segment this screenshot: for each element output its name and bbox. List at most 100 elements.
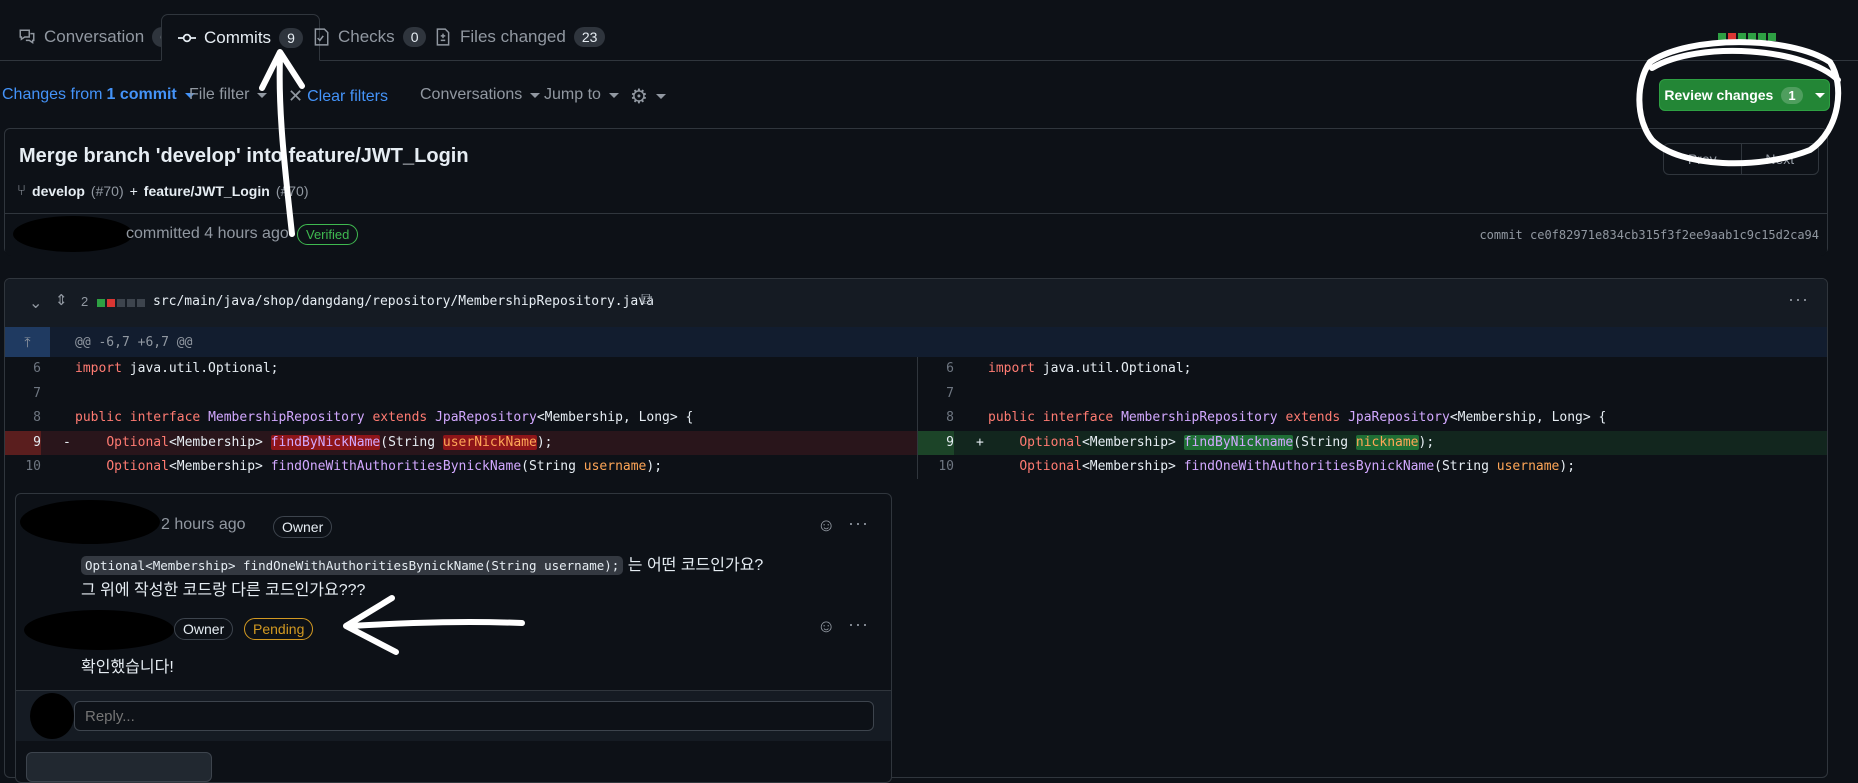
smiley-icon[interactable]: ☺ [817,515,835,536]
line-number[interactable]: 10 [5,455,41,480]
diff-settings-dropdown[interactable]: ⚙ [630,84,666,109]
line-number[interactable]: 9 [918,430,954,455]
kebab-horizontal-icon[interactable]: ··· [1788,289,1809,310]
inline-code: Optional<Membership> findOneWithAuthorit… [81,556,624,575]
changes-link: 1 commit [106,86,177,103]
file-diff-icon [436,28,450,46]
base-pr[interactable]: (#70) [91,183,124,199]
tab-label: Files changed [460,27,566,46]
diff-row: 6 import java.util.Optional; 6 import java… [5,357,1827,382]
chevron-down-icon [257,92,268,98]
line-number[interactable]: 6 [918,357,954,382]
file-filter-label: File filter [189,86,250,103]
comment-body: Optional<Membership> findOneWithAuthorit… [81,551,763,575]
comment-body: 확인했습니다! [81,659,174,676]
kebab-horizontal-icon[interactable]: ··· [848,513,869,534]
split-divider [917,357,918,479]
unfold-icon[interactable]: ⇕ [55,291,68,309]
committed-time: committed 4 hours ago [126,225,289,242]
conversations-dropdown[interactable]: Conversations [420,86,541,104]
jump-to-label: Jump to [544,86,601,103]
clear-filters-label: Clear filters [307,87,388,105]
diff-row: 8 public interface MembershipRepository e… [5,406,1827,431]
tab-files-changed[interactable]: Files changed 23 [418,14,621,60]
changes-prefix: Changes from [2,86,103,103]
redacted-avatar [30,693,74,739]
comment-discussion-icon [19,29,35,44]
commit-nav-group: Prev Next [1663,143,1819,175]
addition-sign: + [976,434,984,450]
tab-label: Checks [338,27,395,46]
prev-commit-button[interactable]: Prev [1664,144,1741,174]
prev-label: Prev [1687,151,1717,167]
line-number[interactable]: 7 [5,382,41,407]
expand-up-icon[interactable]: ⤒ [5,327,50,357]
smiley-icon[interactable]: ☺ [817,616,835,637]
line-number[interactable]: 8 [918,406,954,431]
conversations-label: Conversations [420,86,523,103]
x-icon: ✕ [288,86,304,106]
file-path[interactable]: src/main/java/shop/dangdang/repository/M… [153,294,654,309]
review-count: 1 [1781,86,1803,104]
chevron-down-icon [1814,92,1825,98]
reply-area [16,690,891,741]
changes-from-dropdown[interactable]: Changes from 1 commit [2,86,195,104]
chevron-down-icon[interactable]: ⌄ [29,293,42,313]
file-filter-dropdown[interactable]: File filter [189,86,268,104]
head-pr[interactable]: (#70) [276,183,309,199]
diff-row: 10 Optional<Membership> findOneWithAutho… [5,455,1827,480]
head-branch[interactable]: feature/JWT_Login [144,183,270,199]
checklist-icon [314,28,329,46]
pr-diffstat-bar [1718,33,1776,41]
code-line: import java.util.Optional; [988,361,1192,376]
code-line: Optional<Membership> findOneWithAuthorit… [1019,459,1576,474]
chevron-down-icon [655,94,666,99]
git-commit-icon [178,33,196,42]
resolve-conversation-button[interactable] [26,752,212,782]
reply-input[interactable] [74,701,874,731]
next-label: Next [1765,151,1795,167]
owner-badge: Owner [174,618,234,640]
diff-rows: 6 import java.util.Optional; 6 import java… [5,357,1827,480]
kebab-horizontal-icon[interactable]: ··· [848,614,869,635]
redacted-author [13,216,133,252]
tab-label: Conversation [44,27,145,46]
code-line: public interface MembershipRepository ex… [75,410,694,425]
comment-time[interactable]: 2 hours ago [161,516,246,534]
comment-text-line2: 그 위에 작성한 코드랑 다른 코드인가요??? [81,582,366,599]
next-commit-button[interactable]: Next [1740,144,1819,174]
diff-row: 7 7 [5,382,1827,407]
hunk-header: ⤒ @@ -6,7 +6,7 @@ [5,327,1827,357]
clear-filters-button[interactable]: ✕ Clear filters [288,86,388,107]
pending-badge: Pending [244,618,314,640]
review-changes-button[interactable]: Review changes 1 [1659,79,1830,111]
jump-to-dropdown[interactable]: Jump to [544,86,619,104]
file-diffstat [97,299,145,307]
copy-icon[interactable]: ⧉ [641,291,652,309]
line-number[interactable]: 8 [5,406,41,431]
line-number[interactable]: 6 [5,357,41,382]
commit-sha[interactable]: commit ce0f82971e834cb315f3f2ee9aab1c9c1… [1479,228,1819,242]
branch-info: ⑂ develop (#70) + feature/JWT_Login (#70… [17,182,309,199]
commit-title: Merge branch 'develop' into feature/JWT_… [19,145,469,167]
tab-count: 23 [573,27,606,47]
line-number[interactable]: 9 [5,430,41,455]
verified-badge[interactable]: Verified [297,224,359,245]
code-line: Optional<Membership> findOneWithAuthorit… [106,459,663,474]
commit-header: Merge branch 'develop' into feature/JWT_… [4,128,1828,256]
code-line-deleted: Optional<Membership> findByNickName(Stri… [106,434,553,450]
deletion-sign: - [63,434,71,450]
gear-icon: ⚙ [630,86,648,108]
redacted-avatar [20,500,160,544]
line-number[interactable]: 10 [918,455,954,480]
file-header: ⌄ ⇕ 2 src/main/java/shop/dangdang/reposi… [5,279,1827,328]
diff-row-changed: 9 - Optional<Membership> findByNickName(S… [5,430,1827,455]
base-branch[interactable]: develop [32,183,85,199]
line-number[interactable]: 7 [918,382,954,407]
chevron-down-icon [608,92,619,98]
plus-sign: + [129,182,138,199]
review-thread: 2 hours ago Owner ☺ ··· Optional<Members… [15,493,892,783]
code-line-added: Optional<Membership> findByNickname(Stri… [1019,434,1435,450]
comment-text: 는 어떤 코드인가요? [623,557,764,574]
owner-badge: Owner [273,516,333,538]
